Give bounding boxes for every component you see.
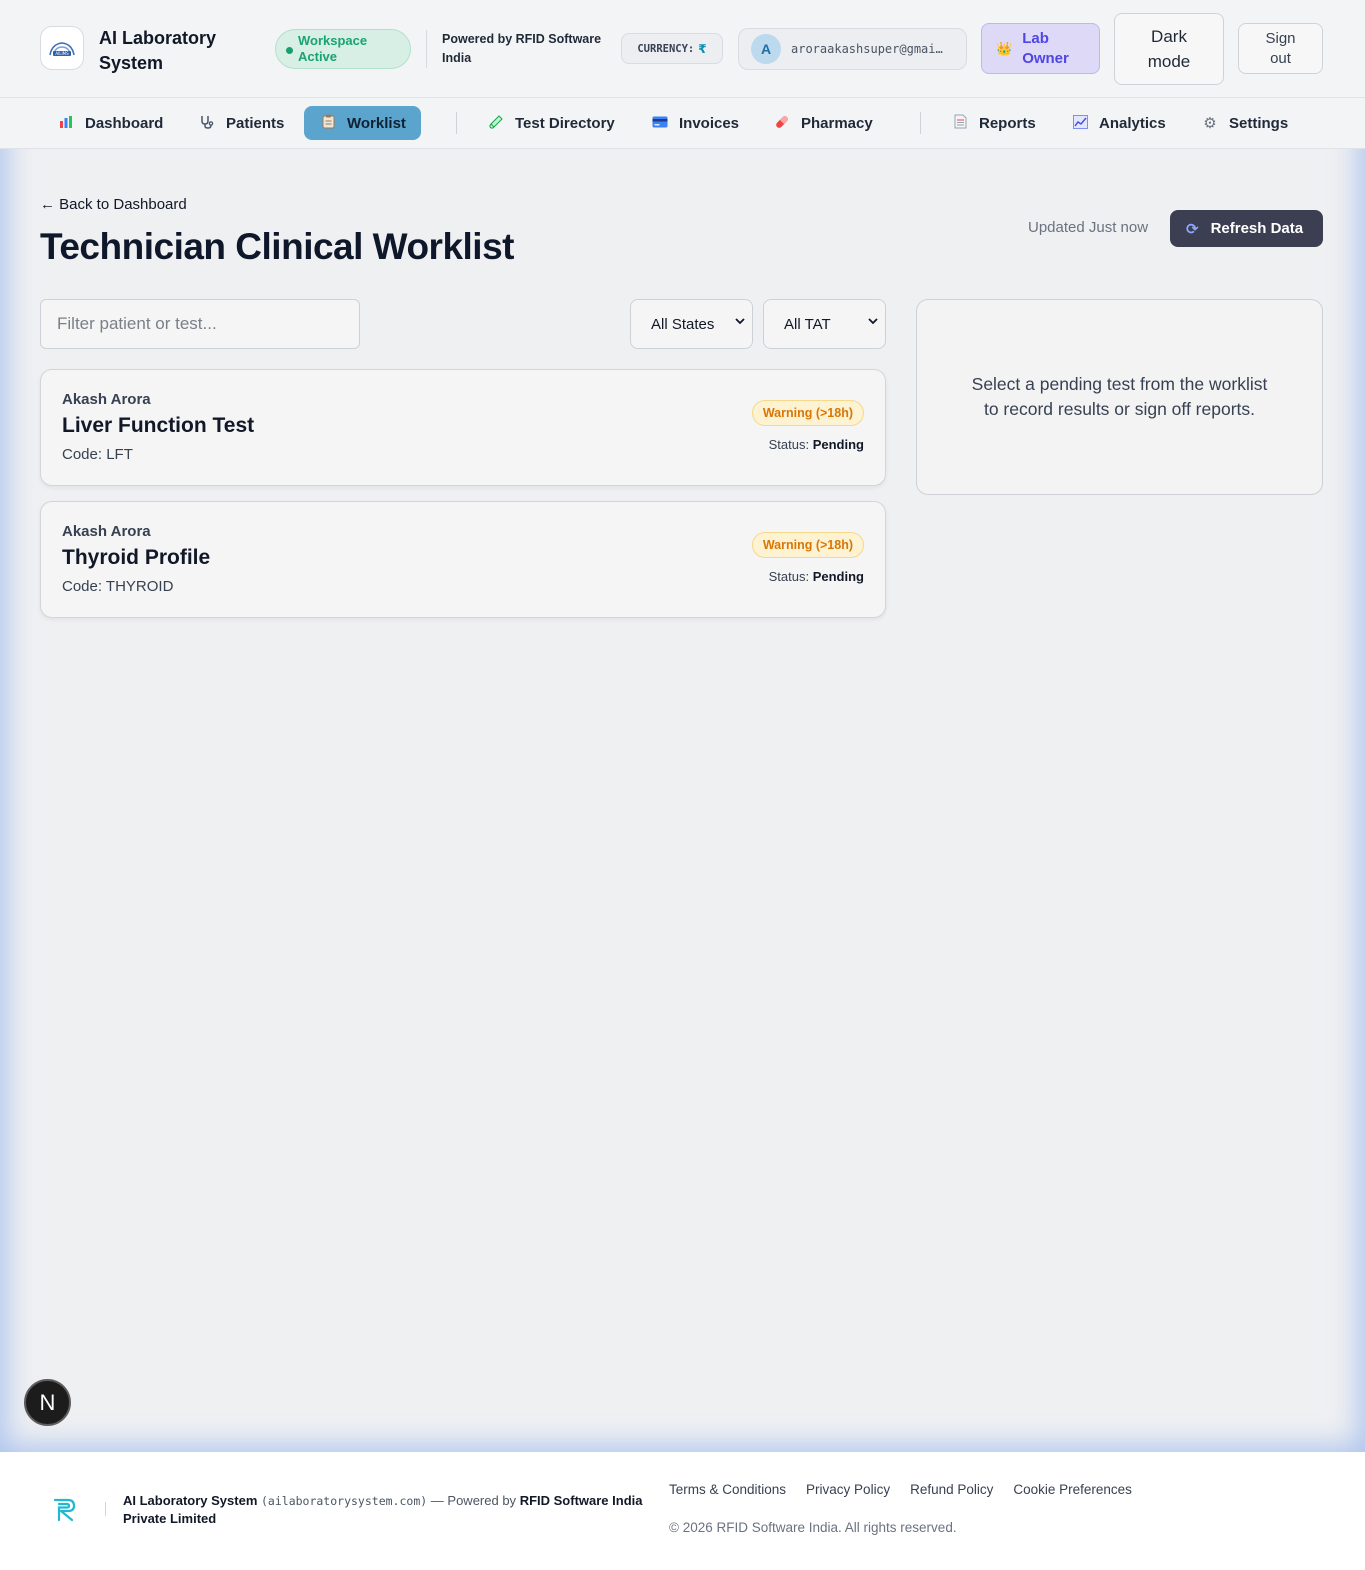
patient-name: Akash Arora bbox=[62, 523, 151, 540]
test-name: Thyroid Profile bbox=[62, 546, 211, 569]
avatar: A bbox=[751, 34, 781, 64]
account-chip[interactable]: A aroraakashsuper@gmai… bbox=[738, 28, 967, 70]
svg-text:AILIMS: AILIMS bbox=[55, 51, 69, 56]
app-frame: AILIMS AI Laboratory System Workspace Ac… bbox=[0, 0, 1365, 1452]
bar-chart-icon bbox=[57, 115, 75, 132]
footer-links: Terms & Conditions Privacy Policy Refund… bbox=[669, 1482, 1132, 1497]
nav-item-worklist[interactable]: Worklist bbox=[304, 106, 421, 140]
refresh-label: Refresh Data bbox=[1210, 220, 1304, 237]
worklist-card[interactable]: Akash Arora Thyroid Profile Code: THYROI… bbox=[40, 501, 886, 618]
lab-logo-icon: AILIMS bbox=[49, 42, 75, 56]
sign-out-label: Sign out bbox=[1265, 29, 1296, 67]
currency-label: CURRENCY: bbox=[637, 42, 695, 55]
nav-label: Dashboard bbox=[85, 114, 164, 132]
header-divider bbox=[426, 30, 427, 68]
nav-divider bbox=[920, 112, 921, 134]
footer-divider bbox=[105, 1502, 106, 1516]
line-chart-icon bbox=[1071, 114, 1089, 132]
state-filter-select[interactable]: All States bbox=[630, 299, 753, 349]
nav-label: Patients bbox=[226, 114, 285, 132]
status-value: Pending bbox=[812, 437, 864, 452]
footer-link-refund[interactable]: Refund Policy bbox=[910, 1482, 993, 1497]
footer-link-terms[interactable]: Terms & Conditions bbox=[669, 1482, 786, 1497]
account-email: aroraakashsuper@gmai… bbox=[791, 42, 943, 56]
test-code: Code: THYROID bbox=[62, 578, 174, 595]
test-name: Liver Function Test bbox=[62, 414, 255, 437]
dark-mode-label: Dark mode bbox=[1147, 27, 1191, 71]
nav-label: Test Directory bbox=[515, 114, 615, 132]
nav-label: Analytics bbox=[1099, 114, 1166, 132]
status-dot-icon bbox=[286, 47, 293, 54]
footer-attribution: AI Laboratory System (ailaboratorysystem… bbox=[123, 1492, 643, 1528]
nav-item-invoices[interactable]: Invoices bbox=[636, 106, 754, 140]
tat-warning-badge: Warning (>18h) bbox=[751, 532, 864, 558]
nav-item-patients[interactable]: Patients bbox=[183, 106, 299, 140]
state-filter-value: All States bbox=[651, 315, 715, 333]
footer-domain: (ailaboratorysystem.com) bbox=[261, 1494, 428, 1508]
currency-indicator[interactable]: CURRENCY: ₹ bbox=[621, 33, 723, 64]
pill-icon bbox=[773, 114, 791, 133]
company-logo-icon bbox=[53, 1498, 76, 1522]
nav-item-analytics[interactable]: Analytics bbox=[1056, 106, 1181, 140]
page-title: Technician Clinical Worklist bbox=[40, 226, 514, 267]
refresh-data-button[interactable]: ⟳ Refresh Data bbox=[1170, 210, 1323, 247]
nav-label: Worklist bbox=[347, 114, 406, 132]
workspace-status-label: Workspace Active bbox=[298, 33, 368, 64]
status-value: Pending bbox=[812, 569, 864, 584]
status-label: Status: bbox=[768, 569, 810, 584]
currency-symbol: ₹ bbox=[698, 41, 707, 56]
stethoscope-icon bbox=[198, 114, 216, 133]
tat-filter-select[interactable]: All TAT bbox=[763, 299, 886, 349]
chevron-down-icon bbox=[867, 315, 879, 330]
test-tube-icon bbox=[487, 114, 505, 132]
nav-label: Reports bbox=[979, 114, 1036, 132]
nav-item-test-directory[interactable]: Test Directory bbox=[472, 106, 630, 140]
worklist-card[interactable]: Akash Arora Liver Function Test Code: LF… bbox=[40, 369, 886, 486]
credit-card-icon bbox=[651, 116, 669, 131]
tat-filter-value: All TAT bbox=[784, 315, 831, 333]
main-nav: Dashboard Patients Worklist Test Directo… bbox=[0, 98, 1365, 149]
nav-label: Invoices bbox=[679, 114, 740, 132]
nav-label: Pharmacy bbox=[801, 114, 873, 132]
status-label: Status: bbox=[768, 437, 810, 452]
clipboard-icon bbox=[319, 114, 337, 132]
sign-out-button[interactable]: Sign out bbox=[1238, 23, 1323, 74]
nav-item-reports[interactable]: Reports bbox=[936, 106, 1051, 140]
footer-powered-prefix: — Powered by bbox=[430, 1493, 517, 1508]
nav-divider bbox=[456, 112, 457, 134]
test-code: Code: LFT bbox=[62, 446, 133, 463]
document-icon bbox=[951, 114, 969, 132]
app-logo[interactable]: AILIMS bbox=[40, 26, 84, 70]
footer-copyright: © 2026 RFID Software India. All rights r… bbox=[669, 1520, 957, 1535]
result-entry-panel: Select a pending test from the worklist … bbox=[916, 299, 1323, 495]
status-text: Status: Pending bbox=[769, 569, 864, 584]
back-to-dashboard-link[interactable]: ← Back to Dashboard bbox=[40, 196, 187, 213]
chevron-down-icon bbox=[734, 315, 746, 330]
status-text: Status: Pending bbox=[769, 437, 864, 452]
role-button[interactable]: 👑 Lab Owner bbox=[981, 23, 1100, 74]
refresh-icon: ⟳ bbox=[1186, 220, 1199, 238]
powered-by-text: Powered by RFID Software India bbox=[442, 32, 602, 65]
patient-name: Akash Arora bbox=[62, 391, 151, 408]
gear-icon: ⚙ bbox=[1203, 115, 1217, 132]
footer-link-cookies[interactable]: Cookie Preferences bbox=[1013, 1482, 1132, 1497]
nav-item-pharmacy[interactable]: Pharmacy bbox=[758, 106, 888, 140]
nav-item-dashboard[interactable]: Dashboard bbox=[42, 106, 178, 140]
last-updated-text: Updated Just now bbox=[1028, 219, 1149, 236]
dark-mode-button[interactable]: Dark mode bbox=[1114, 13, 1224, 85]
nav-item-settings[interactable]: ⚙ Settings bbox=[1186, 106, 1303, 140]
brand-name: AI Laboratory System bbox=[99, 28, 217, 73]
role-label: Lab Owner bbox=[1022, 29, 1069, 67]
dev-tools-badge[interactable]: N bbox=[24, 1379, 71, 1426]
workspace-status-badge: Workspace Active bbox=[275, 29, 411, 69]
footer: AI Laboratory System (ailaboratorysystem… bbox=[0, 1452, 1365, 1570]
crown-icon: 👑 bbox=[996, 40, 1013, 56]
nav-label: Settings bbox=[1229, 114, 1289, 132]
footer-link-privacy[interactable]: Privacy Policy bbox=[806, 1482, 890, 1497]
tat-warning-badge: Warning (>18h) bbox=[751, 400, 864, 426]
footer-brand: AI Laboratory System bbox=[123, 1493, 258, 1508]
empty-state-message: Select a pending test from the worklist … bbox=[971, 374, 1268, 419]
top-header: AILIMS AI Laboratory System Workspace Ac… bbox=[0, 0, 1365, 98]
filter-search-input[interactable] bbox=[40, 299, 360, 349]
